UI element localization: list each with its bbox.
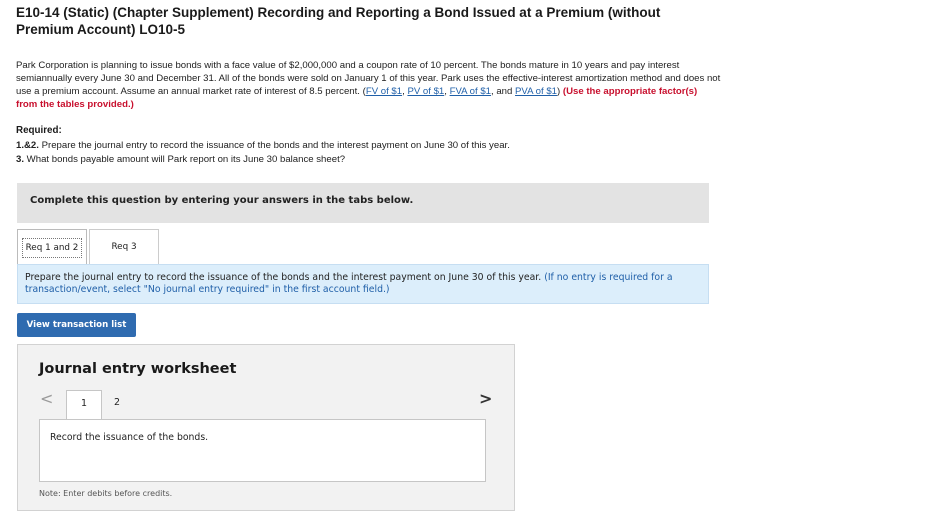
pv-table-link[interactable]: PV of $1 bbox=[407, 86, 444, 97]
required-item: 1.&2. Prepare the journal entry to recor… bbox=[16, 140, 510, 151]
view-transaction-list-button[interactable]: View transaction list bbox=[17, 313, 136, 337]
instruction-text: Prepare the journal entry to record the … bbox=[25, 272, 545, 283]
chevron-right-icon[interactable]: > bbox=[479, 389, 492, 408]
fva-table-link[interactable]: FVA of $1 bbox=[450, 86, 491, 97]
tab-label: Req 1 and 2 bbox=[21, 237, 83, 258]
problem-description: Park Corporation is planning to issue bo… bbox=[16, 59, 721, 111]
problem-title-line1: E10-14 (Static) (Chapter Supplement) Rec… bbox=[16, 5, 661, 20]
worksheet-page-2[interactable]: 2 bbox=[114, 397, 120, 408]
entry-description: Record the issuance of the bonds. bbox=[50, 432, 209, 443]
problem-title: E10-14 (Static) (Chapter Supplement) Rec… bbox=[16, 4, 736, 38]
worksheet-title: Journal entry worksheet bbox=[39, 361, 237, 377]
required-item-text: What bonds payable amount will Park repo… bbox=[24, 154, 346, 165]
complete-question-banner: Complete this question by entering your … bbox=[17, 183, 709, 223]
required-item-text: Prepare the journal entry to record the … bbox=[38, 140, 510, 151]
worksheet-note: Note: Enter debits before credits. bbox=[39, 489, 173, 498]
chevron-left-icon[interactable]: < bbox=[40, 389, 53, 408]
required-item: 3. What bonds payable amount will Park r… bbox=[16, 154, 345, 165]
problem-title-line2: Premium Account) LO10-5 bbox=[16, 22, 186, 37]
instruction-panel: Prepare the journal entry to record the … bbox=[17, 264, 709, 304]
required-heading: Required: bbox=[16, 125, 62, 136]
entry-description-box: Record the issuance of the bonds. bbox=[39, 419, 486, 482]
separator: , and bbox=[491, 86, 516, 97]
tab-req-1-and-2[interactable]: Req 1 and 2 bbox=[17, 229, 87, 265]
worksheet-page-1[interactable]: 1 bbox=[66, 390, 102, 420]
journal-entry-worksheet: Journal entry worksheet < 1 2 > Record t… bbox=[17, 344, 515, 511]
required-item-number: 1.&2. bbox=[16, 140, 39, 151]
pva-table-link[interactable]: PVA of $1 bbox=[515, 86, 557, 97]
fv-table-link[interactable]: FV of $1 bbox=[366, 86, 402, 97]
required-item-number: 3. bbox=[16, 154, 25, 165]
banner-text: Complete this question by entering your … bbox=[30, 195, 414, 206]
tab-req-3[interactable]: Req 3 bbox=[89, 229, 159, 265]
tab-label: Req 3 bbox=[111, 242, 137, 252]
